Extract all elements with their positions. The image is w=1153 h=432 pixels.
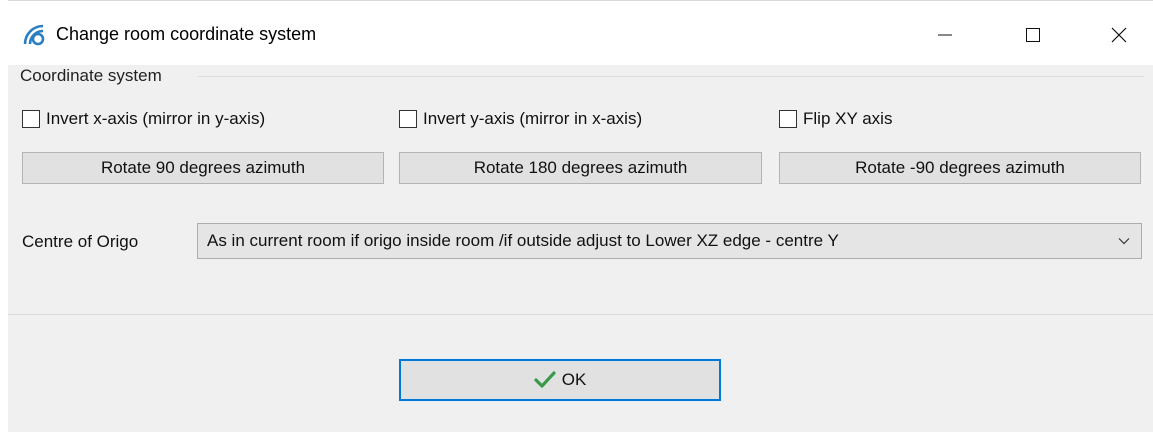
invert-x-checkbox[interactable]: Invert x-axis (mirror in y-axis): [22, 107, 265, 131]
flip-xy-checkbox[interactable]: Flip XY axis: [779, 107, 892, 131]
checkmark-icon: [534, 371, 556, 388]
origo-label: Centre of Origo: [22, 232, 139, 251]
title-bar[interactable]: Change room coordinate system: [8, 1, 1153, 65]
ok-button[interactable]: OK: [399, 359, 721, 401]
invert-x-label: Invert x-axis (mirror in y-axis): [46, 109, 266, 128]
rotate-minus-90-button[interactable]: Rotate -90 degrees azimuth: [779, 152, 1141, 184]
flip-xy-label: Flip XY axis: [803, 109, 893, 128]
background-edge: [0, 0, 8, 432]
origo-selected-value: As in current room if origo inside room …: [207, 231, 839, 250]
maximize-icon: [1026, 28, 1040, 42]
group-label-coordinate-system: Coordinate system: [20, 66, 162, 85]
dialog-window: Change room coordinate system Coordinate…: [8, 0, 1153, 432]
group-divider: [198, 76, 1144, 77]
minimize-icon: [938, 34, 952, 36]
minimize-button[interactable]: [922, 13, 968, 57]
maximize-button[interactable]: [1010, 13, 1056, 57]
checkbox-box[interactable]: [779, 110, 797, 128]
close-icon: [1111, 27, 1127, 43]
footer-divider: [8, 314, 1153, 315]
signal-wave-icon: [23, 24, 45, 46]
close-button[interactable]: [1096, 13, 1142, 57]
invert-y-checkbox[interactable]: Invert y-axis (mirror in x-axis): [399, 107, 642, 131]
ok-label: OK: [561, 370, 587, 389]
chevron-down-icon: [1118, 238, 1130, 245]
checkbox-box[interactable]: [399, 110, 417, 128]
rotate-90-button[interactable]: Rotate 90 degrees azimuth: [22, 152, 384, 184]
window-title: Change room coordinate system: [56, 24, 317, 44]
origo-dropdown[interactable]: As in current room if origo inside room …: [197, 223, 1142, 259]
rotate-180-button[interactable]: Rotate 180 degrees azimuth: [399, 152, 762, 184]
checkbox-box[interactable]: [22, 110, 40, 128]
invert-y-label: Invert y-axis (mirror in x-axis): [423, 109, 643, 128]
